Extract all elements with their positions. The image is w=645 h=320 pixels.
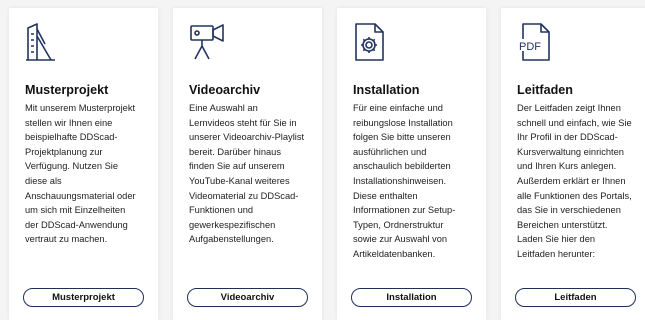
card-musterprojekt: Musterprojekt Mit unserem Musterprojekt … xyxy=(9,8,158,320)
building-icon xyxy=(25,22,59,62)
card-leitfaden: PDF Leitfaden Der Leitfaden zeigt Ihnen … xyxy=(501,8,645,320)
card-title: Videoarchiv xyxy=(189,83,261,97)
card-description: Für eine einfache und reibungslose Insta… xyxy=(353,103,456,259)
pdf-document-icon: PDF xyxy=(517,22,551,62)
card-description: Mit unserem Musterprojekt stellen wir Ih… xyxy=(25,103,136,245)
installation-button[interactable]: Installation xyxy=(351,288,472,307)
video-camera-icon xyxy=(189,22,224,62)
card-title: Musterprojekt xyxy=(25,83,109,97)
card-description: Eine Auswahl an Lernvideos steht für Sie… xyxy=(189,103,305,245)
card-description: Der Leitfaden zeigt Ihnen schnell und ei… xyxy=(517,103,632,259)
card-installation: Installation Für eine einfache und reibu… xyxy=(337,8,486,320)
videoarchiv-button[interactable]: Videoarchiv xyxy=(187,288,308,307)
card-title: Installation xyxy=(353,83,420,97)
leitfaden-button[interactable]: Leitfaden xyxy=(515,288,636,307)
svg-text:PDF: PDF xyxy=(519,41,541,53)
resource-cards-row: Musterprojekt Mit unserem Musterprojekt … xyxy=(0,0,645,320)
card-videoarchiv: Videoarchiv Eine Auswahl an Lernvideos s… xyxy=(173,8,322,320)
musterprojekt-button[interactable]: Musterprojekt xyxy=(23,288,144,307)
card-title: Leitfaden xyxy=(517,83,573,97)
settings-document-icon xyxy=(353,22,387,62)
